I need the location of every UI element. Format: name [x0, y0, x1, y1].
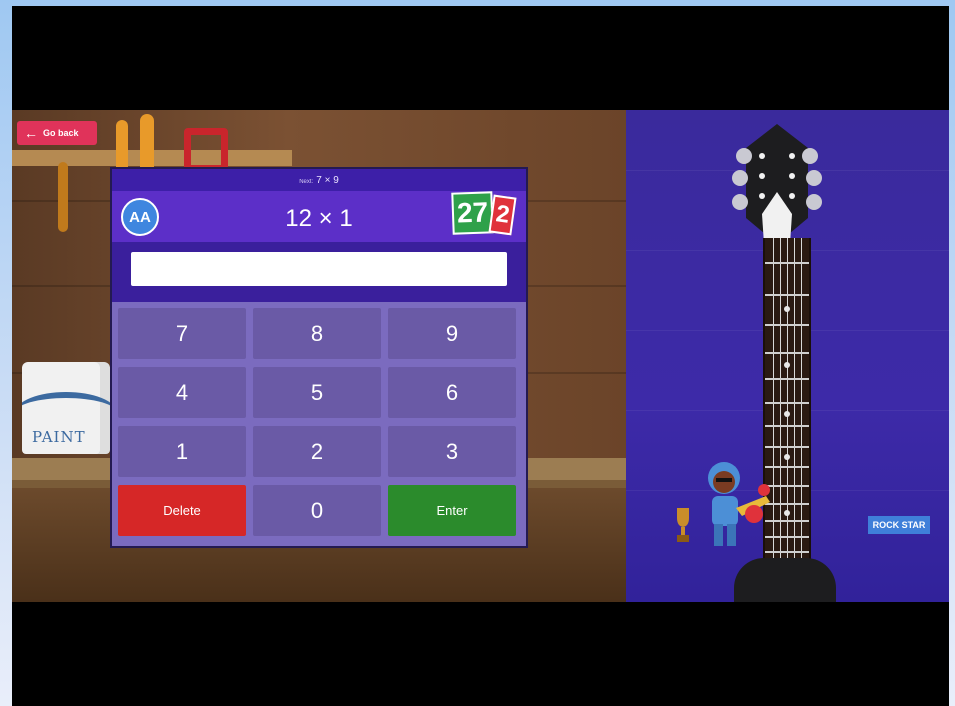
enter-button[interactable]: Enter [388, 485, 516, 536]
rank-label: ROCK STAR [868, 516, 930, 534]
frame-icon [184, 128, 228, 172]
delete-button[interactable]: Delete [118, 485, 246, 536]
brush-icon [140, 114, 154, 176]
paint-can-icon: PAINT [22, 362, 110, 454]
trophy-icon [677, 508, 689, 542]
go-back-label: Go back [43, 128, 79, 138]
quiz-panel: Next: 7 × 9 AA 12 × 1 27 2 7 8 9 4 5 6 1 … [112, 169, 526, 546]
fret-dot [784, 510, 790, 516]
guitar-string [780, 238, 781, 602]
key-5[interactable]: 5 [253, 367, 381, 418]
key-6[interactable]: 6 [388, 367, 516, 418]
answer-area [112, 242, 526, 302]
guitar-fret [765, 262, 809, 264]
guitar-headstock-icon [732, 124, 822, 244]
guitar-fret [765, 402, 809, 404]
guitar-fret [765, 294, 809, 296]
guitar-fret [765, 378, 809, 380]
rocker-character-icon [708, 462, 770, 546]
guitar-body [734, 558, 836, 602]
video-frame: PAINT ← Go back ROCK STAR Next: 7 × 9 AA… [12, 6, 949, 706]
score-digits-flip: 2 [488, 194, 518, 236]
key-8[interactable]: 8 [253, 308, 381, 359]
back-arrow-icon: ← [24, 125, 38, 141]
key-2[interactable]: 2 [253, 426, 381, 477]
next-question: Next: 7 × 9 [112, 175, 526, 186]
paint-label: PAINT [32, 428, 86, 446]
guitar-fret [765, 324, 809, 326]
brush-icon [58, 162, 68, 232]
guitar-string [794, 238, 795, 602]
score-digits-main: 27 [451, 191, 494, 235]
guitar-string [787, 238, 788, 602]
fret-dot [784, 454, 790, 460]
key-4[interactable]: 4 [118, 367, 246, 418]
guitar-panel: ROCK STAR [626, 110, 949, 602]
next-question-value: 7 × 9 [316, 175, 339, 186]
fret-dot [784, 411, 790, 417]
key-9[interactable]: 9 [388, 308, 516, 359]
next-question-prefix: Next: [299, 179, 314, 185]
guitar-string [801, 238, 802, 602]
key-1[interactable]: 1 [118, 426, 246, 477]
go-back-button[interactable]: ← Go back [17, 121, 97, 145]
key-7[interactable]: 7 [118, 308, 246, 359]
guitar-fret [765, 425, 809, 427]
fret-dot [784, 362, 790, 368]
score-counter: 27 2 [451, 191, 518, 236]
answer-input[interactable] [131, 252, 507, 286]
paint-wave [22, 392, 110, 432]
quiz-header: Next: 7 × 9 AA 12 × 1 27 2 [112, 169, 526, 242]
guitar-fret [765, 446, 809, 448]
fret-dot [784, 306, 790, 312]
guitar-fret [765, 352, 809, 354]
key-0[interactable]: 0 [253, 485, 381, 536]
key-3[interactable]: 3 [388, 426, 516, 477]
